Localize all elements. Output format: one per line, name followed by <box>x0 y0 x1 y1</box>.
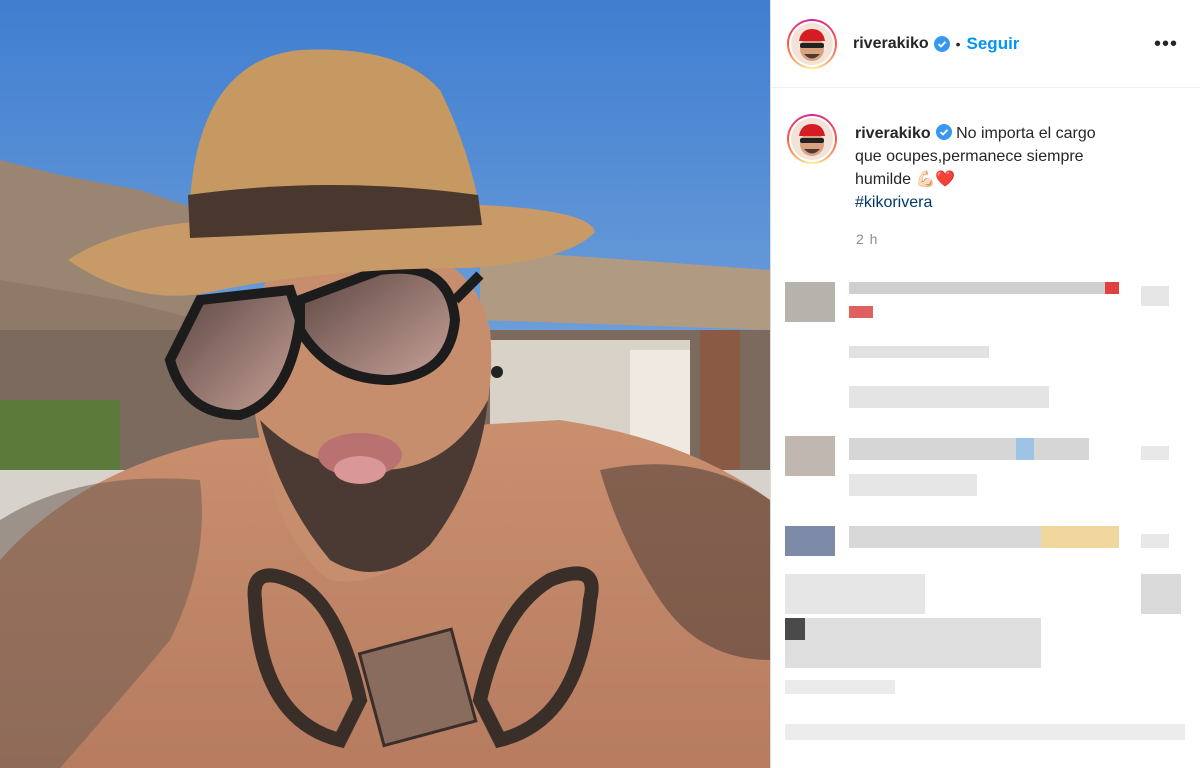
caption-avatar[interactable] <box>787 114 837 164</box>
post-photo-image <box>0 0 770 768</box>
avatar-image <box>791 22 833 65</box>
caption-line-2: que ocupes,permanece siempre <box>855 148 1084 165</box>
verified-badge-icon <box>933 35 950 52</box>
caption-username[interactable]: riverakiko <box>855 125 931 142</box>
hashtag-link[interactable]: #kikorivera <box>855 191 1155 214</box>
post-time: 2 h <box>856 231 879 247</box>
separator-dot: • <box>955 35 961 52</box>
post-header: riverakiko • Seguir ••• <box>771 0 1200 88</box>
blurred-comments <box>771 268 1200 768</box>
caption-line-1: No importa el cargo <box>956 125 1096 142</box>
follow-button[interactable]: Seguir <box>967 34 1020 54</box>
header-username[interactable]: riverakiko <box>853 35 929 53</box>
avatar-image <box>791 118 833 160</box>
caption-text: riverakiko No importa el cargo que ocupe… <box>855 122 1155 214</box>
post-photo[interactable] <box>0 0 770 768</box>
header-avatar[interactable] <box>787 18 837 69</box>
verified-badge-icon <box>935 124 952 140</box>
caption-line-3: humilde 💪🏻❤️ <box>855 171 956 188</box>
more-options-icon[interactable]: ••• <box>1154 34 1178 54</box>
post-side-panel: riverakiko • Seguir ••• riverakiko No im… <box>770 0 1200 768</box>
